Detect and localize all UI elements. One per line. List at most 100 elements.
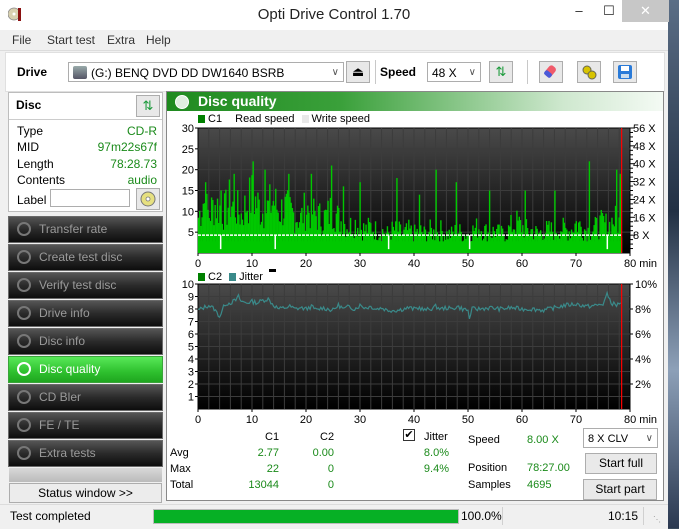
label-input[interactable]	[50, 189, 130, 207]
nav-disc-icon	[17, 418, 31, 432]
nav-item-extra-tests[interactable]: Extra tests	[8, 440, 163, 467]
toolbar-separator	[527, 60, 528, 84]
disc-row-label: Contents	[17, 173, 66, 187]
app-window: Opti Drive Control 1.70 – ☐ ✕ File Start…	[0, 0, 669, 529]
menu-file[interactable]: File	[12, 33, 31, 47]
disc-row-label: MID	[17, 140, 39, 154]
settings-button[interactable]	[577, 61, 601, 83]
read-label-button[interactable]	[136, 188, 160, 210]
y2-tick-label: 10%	[635, 279, 657, 291]
nav-item-disc-quality[interactable]: Disc quality	[8, 356, 163, 383]
y-tick-label: 1	[188, 392, 194, 404]
label-field-label: Label	[17, 193, 47, 207]
disc-header: Disc ⇅	[9, 93, 162, 120]
chevron-down-icon: ∨	[645, 433, 653, 444]
progress-fill	[154, 510, 458, 523]
y-tick-label: 25	[182, 144, 194, 156]
y-tick-label: 20	[182, 165, 194, 177]
start-part-button[interactable]: Start part	[583, 479, 657, 500]
x-tick-label: 40	[408, 258, 420, 270]
nav-item-transfer-rate[interactable]: Transfer rate	[8, 216, 163, 243]
nav-item-disc-info[interactable]: Disc info	[8, 328, 163, 355]
x-tick-label: 60	[516, 414, 528, 426]
chevron-down-icon: ∨	[331, 67, 339, 78]
y-tick-label: 9	[188, 292, 194, 304]
nav-item-drive-info[interactable]: Drive info	[8, 300, 163, 327]
toolbar-separator	[375, 60, 376, 84]
nav-item-cd-bler[interactable]: CD Bler	[8, 384, 163, 411]
menu-extra[interactable]: Extra	[107, 33, 135, 47]
x-tick-label: 50	[462, 258, 474, 270]
jitter-checkbox[interactable]: ✔	[403, 429, 415, 441]
nav-item-verify-test-disc[interactable]: Verify test disc	[8, 272, 163, 299]
y2-tick-label: 8%	[635, 304, 651, 316]
erase-icon	[544, 65, 556, 78]
y-tick-label: 8	[188, 304, 194, 316]
c1-base-fill	[199, 241, 622, 253]
disc-row-contents: Contents audio	[17, 173, 157, 189]
erase-button[interactable]	[539, 61, 563, 83]
disc-row-type: Type CD-R	[17, 124, 157, 140]
disc-row-value: CD-R	[127, 124, 157, 138]
disc-refresh-button[interactable]: ⇅	[136, 95, 160, 117]
disc-icon	[140, 191, 156, 207]
x-tick-label: 70	[570, 414, 582, 426]
toolbar: Drive (G:) BENQ DVD DD DW1640 BSRB ∨ ⏏ S…	[5, 52, 665, 92]
menu-start-test[interactable]: Start test	[47, 33, 95, 47]
y-tick-label: 30	[182, 123, 194, 135]
speed-select[interactable]: 48 X ∨	[427, 62, 481, 82]
nav-disc-icon	[17, 250, 31, 264]
speed-label: Speed	[468, 434, 500, 446]
x-tick-label: 80 min	[624, 258, 657, 270]
drive-value: (G:) BENQ DVD DD DW1640 BSRB	[91, 66, 285, 80]
progress-bar	[153, 509, 459, 524]
minimize-button[interactable]: –	[564, 0, 594, 22]
menu-help[interactable]: Help	[146, 33, 171, 47]
y2-tick-label: 56 X	[633, 123, 656, 135]
progress-text: 100.0%	[461, 509, 502, 523]
y-tick-label: 10	[182, 206, 194, 218]
speed-mode-select[interactable]: 8 X CLV ∨	[583, 428, 658, 448]
stats-avg-jitter: 8.0%	[423, 447, 449, 459]
refresh-button[interactable]: ⇅	[489, 61, 513, 83]
speed-mode-value: 8 X CLV	[588, 433, 629, 445]
nav-item-fe-te[interactable]: FE / TE	[8, 412, 163, 439]
start-full-button[interactable]: Start full	[585, 453, 657, 474]
nav-item-label: Disc quality	[39, 362, 101, 376]
nav-item-label: Verify test disc	[39, 278, 117, 292]
x-tick-label: 30	[354, 258, 366, 270]
stats-row-avg-label: Avg	[170, 447, 189, 459]
x-tick-label: 20	[300, 414, 312, 426]
title-bar: Opti Drive Control 1.70 – ☐ ✕	[0, 0, 669, 30]
x-tick-label: 70	[570, 258, 582, 270]
disc-header-title: Disc	[16, 98, 42, 112]
x-tick-label: 20	[300, 258, 312, 270]
disc-row-length: Length 78:28.73	[17, 157, 157, 173]
speed-value: 8.00 X	[527, 434, 559, 446]
x-tick-label: 40	[408, 414, 420, 426]
x-tick-label: 50	[462, 414, 474, 426]
stats-max-jitter: 9.4%	[423, 463, 449, 475]
eject-button[interactable]: ⏏	[346, 61, 370, 83]
resize-grip-icon[interactable]: ⋱	[653, 515, 661, 524]
y-tick-label: 10	[182, 279, 194, 291]
settings-icon	[582, 65, 597, 80]
disc-quality-icon	[175, 95, 189, 109]
disc-row-value: audio	[127, 173, 157, 187]
maximize-button[interactable]: ☐	[594, 0, 624, 22]
nav-item-create-test-disc[interactable]: Create test disc	[8, 244, 163, 271]
y-tick-label: 3	[188, 367, 194, 379]
nav-item-label: Disc info	[39, 334, 86, 348]
c1-bar	[588, 161, 591, 253]
disc-row-label: Length	[17, 157, 54, 171]
close-button[interactable]: ✕	[622, 0, 669, 22]
y2-tick-label: 48 X	[633, 141, 656, 153]
status-bar: Test completed 100.0% 10:15 ⋱	[0, 504, 668, 529]
save-button[interactable]	[613, 61, 637, 83]
drive-select[interactable]: (G:) BENQ DVD DD DW1640 BSRB ∨	[68, 62, 344, 82]
stats-total-c1: 13044	[248, 479, 279, 491]
nav-disc-icon	[17, 278, 31, 292]
status-window-button[interactable]: Status window >>	[9, 483, 162, 503]
stats-avg-c1: 2.77	[257, 447, 279, 459]
y-tick-label: 5	[188, 342, 194, 354]
